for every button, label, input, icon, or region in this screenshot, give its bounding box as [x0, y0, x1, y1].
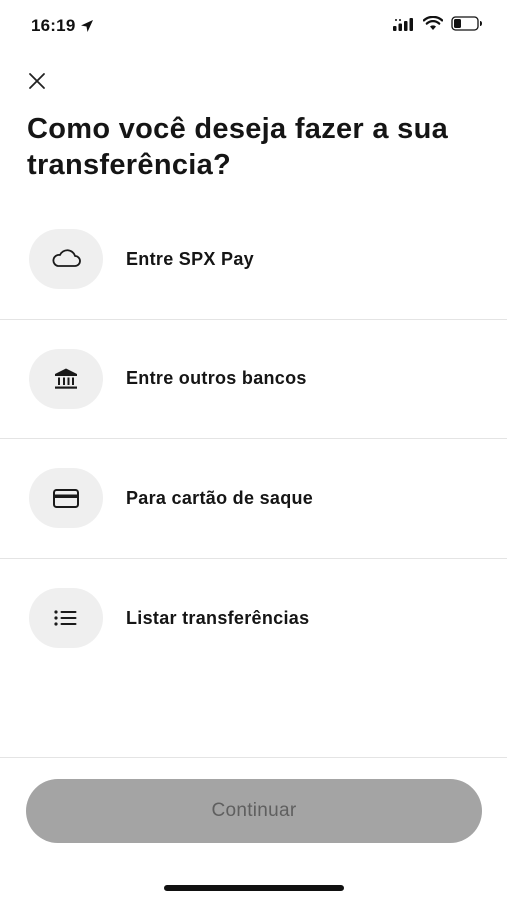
- status-bar: 16:19: [0, 0, 507, 52]
- option-icon-circle: [29, 348, 103, 409]
- location-arrow-icon: [81, 20, 94, 32]
- cloud-icon: [52, 249, 81, 268]
- signal-icon: [393, 17, 413, 31]
- bank-icon: [55, 368, 77, 389]
- option-listar-transferencias[interactable]: Listar transferências: [0, 559, 507, 679]
- transfer-options-list: Entre SPX Pay Entre outros bancos Para c…: [0, 200, 507, 678]
- option-entre-outros-bancos[interactable]: Entre outros bancos: [0, 320, 507, 439]
- status-time-text: 16:19: [31, 16, 76, 35]
- status-time: 16:19: [31, 16, 95, 36]
- option-icon-circle: [29, 229, 103, 290]
- option-entre-spx-pay[interactable]: Entre SPX Pay: [0, 200, 507, 320]
- close-button[interactable]: [24, 68, 50, 94]
- home-indicator: [164, 885, 344, 891]
- option-label: Entre outros bancos: [126, 368, 307, 389]
- continue-button[interactable]: Continuar: [26, 779, 482, 843]
- list-icon: [54, 610, 77, 626]
- close-icon: [29, 73, 45, 89]
- wifi-icon: [423, 16, 443, 30]
- page-title: Como você deseja fazer a sua transferênc…: [27, 113, 449, 181]
- option-icon-circle: [29, 468, 103, 529]
- option-label: Para cartão de saque: [126, 487, 314, 508]
- card-icon: [53, 489, 79, 509]
- footer-divider: [0, 757, 507, 758]
- status-icons: [393, 16, 483, 31]
- battery-icon: [451, 16, 482, 31]
- option-label: Entre SPX Pay: [126, 248, 254, 269]
- option-icon-circle: [29, 588, 103, 649]
- option-para-cartao-de-saque[interactable]: Para cartão de saque: [0, 439, 507, 559]
- option-label: Listar transferências: [126, 607, 310, 628]
